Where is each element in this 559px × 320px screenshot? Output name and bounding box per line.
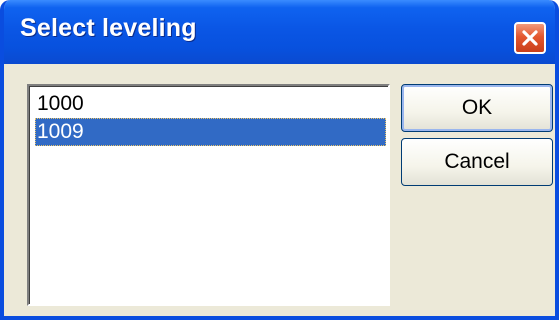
list-item-1000[interactable]: 1000 — [35, 90, 386, 118]
title-bar[interactable]: Select leveling — [4, 0, 555, 64]
dialog-body: 1000 1009 OK Cancel — [4, 64, 555, 316]
close-icon — [522, 30, 538, 46]
cancel-button-label: Cancel — [444, 150, 510, 173]
close-button[interactable] — [514, 22, 546, 54]
cancel-button[interactable]: Cancel — [401, 138, 553, 186]
ok-button-label: OK — [461, 96, 493, 119]
dialog-window: Select leveling 1000 1009 OK Cancel — [0, 0, 559, 320]
window-title: Select leveling — [20, 14, 197, 42]
leveling-listbox[interactable]: 1000 1009 — [27, 84, 390, 306]
ok-button[interactable]: OK — [401, 84, 553, 132]
list-item-1009[interactable]: 1009 — [35, 118, 386, 146]
